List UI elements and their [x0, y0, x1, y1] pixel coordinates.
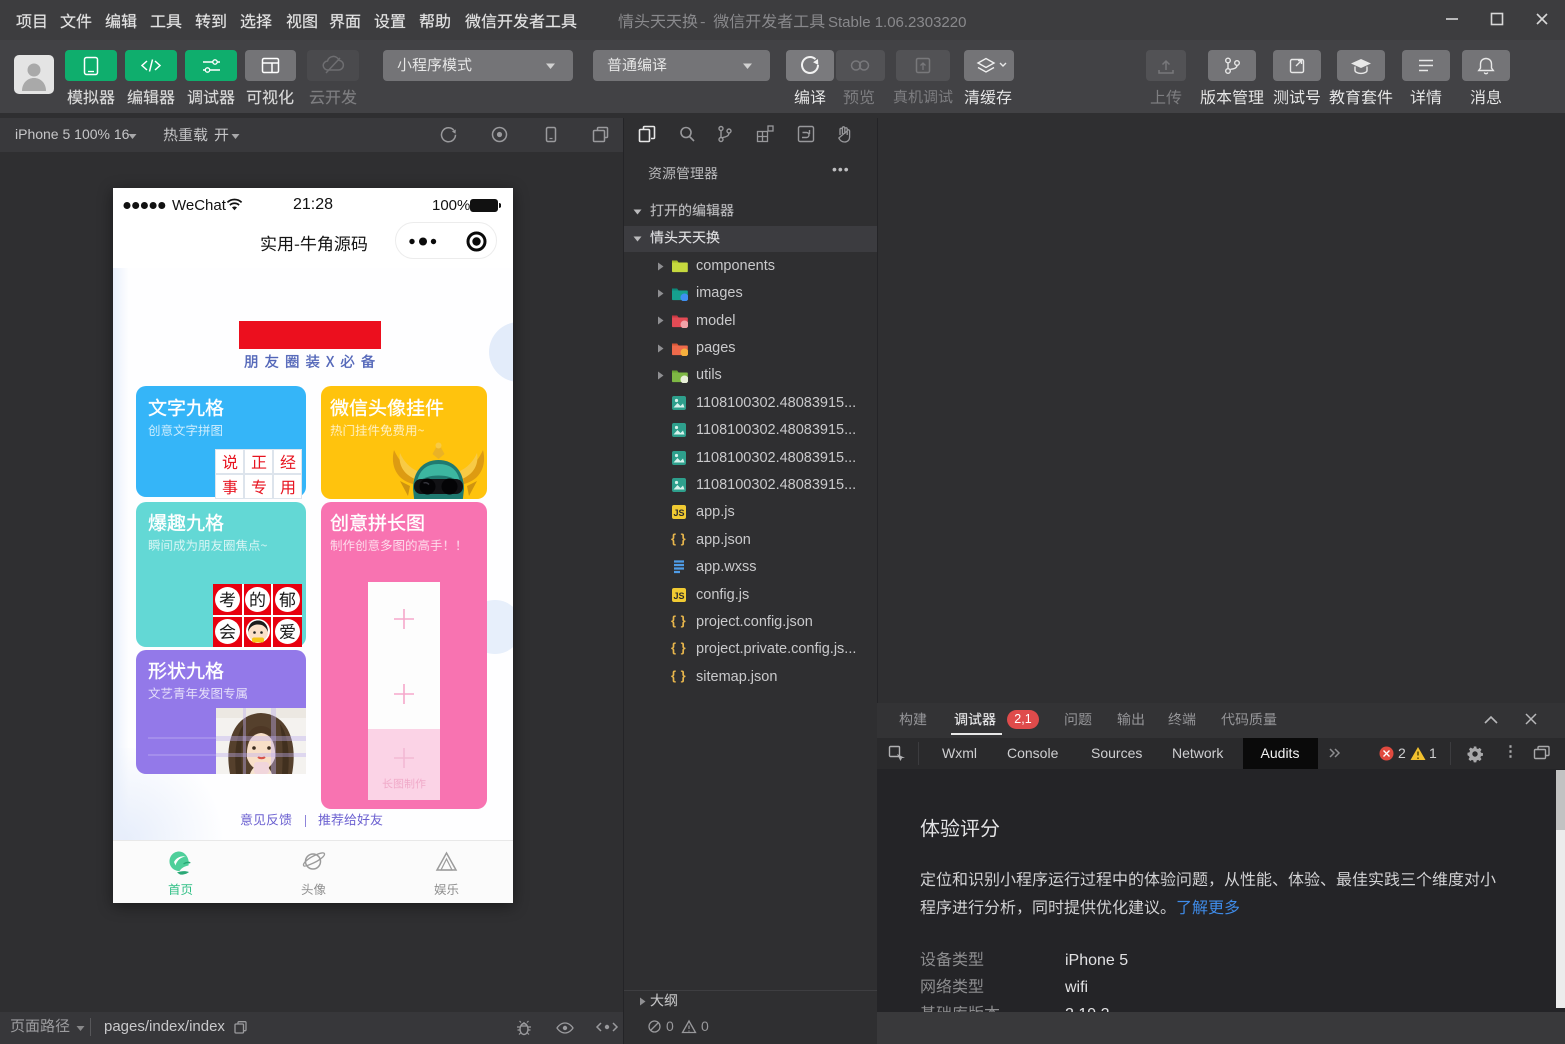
- svg-text:JS: JS: [673, 508, 684, 518]
- svg-text:JS: JS: [673, 591, 684, 601]
